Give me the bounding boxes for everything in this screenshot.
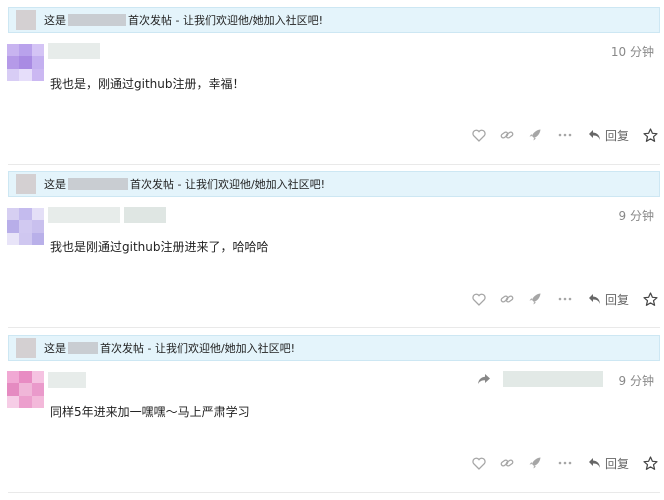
reply-to-indicator[interactable] xyxy=(477,371,603,387)
avatar-pixel xyxy=(7,220,20,233)
reply-icon xyxy=(588,130,600,140)
avatar-pixel xyxy=(31,68,44,81)
avatar-pixel xyxy=(31,208,44,221)
post-content: 我也是刚通过github注册进来了，哈哈哈 xyxy=(50,240,269,254)
heart-icon[interactable] xyxy=(472,293,486,306)
reply-button[interactable]: 回复 xyxy=(588,455,629,472)
first-post-banner: 这是 首次发帖 - 让我们欢迎他/她加入社区吧! xyxy=(8,335,660,361)
banner-avatar xyxy=(16,338,36,358)
avatar-pixel xyxy=(7,68,20,81)
avatar-pixel xyxy=(7,44,20,57)
post-actions: 回复 xyxy=(458,453,658,473)
avatar[interactable] xyxy=(7,44,44,81)
post-content: 我也是，刚通过github注册，幸福！ xyxy=(50,77,245,91)
post-time[interactable]: 9 分钟 xyxy=(619,372,654,389)
avatar-pixel xyxy=(31,56,44,69)
username[interactable] xyxy=(48,207,120,223)
post-divider xyxy=(8,492,660,493)
reply-button[interactable]: 回复 xyxy=(588,127,629,144)
avatar[interactable] xyxy=(7,208,44,245)
reply-icon xyxy=(588,458,600,468)
banner-username[interactable] xyxy=(68,342,98,354)
avatar-pixel xyxy=(7,395,20,408)
banner-prefix: 这是 xyxy=(44,178,66,191)
avatar-pixel xyxy=(19,220,32,233)
username[interactable] xyxy=(48,372,86,388)
share-arrow-icon xyxy=(478,374,490,384)
more-icon[interactable] xyxy=(558,133,572,137)
post-actions: 回复 xyxy=(458,289,658,309)
reply-label: 回复 xyxy=(604,128,629,143)
banner-prefix: 这是 xyxy=(44,14,66,27)
avatar-pixel xyxy=(7,232,20,245)
avatar-pixel xyxy=(19,232,32,245)
avatar-pixel xyxy=(19,208,32,221)
reply-icon xyxy=(588,294,600,304)
heart-icon[interactable] xyxy=(472,457,486,470)
reply-label: 回复 xyxy=(604,456,629,471)
avatar-pixel xyxy=(19,56,32,69)
avatar-pixel xyxy=(19,371,32,384)
post-time[interactable]: 10 分钟 xyxy=(611,43,654,60)
avatar-pixel xyxy=(19,44,32,57)
star-icon[interactable] xyxy=(643,291,658,307)
first-post-banner: 这是 首次发帖 - 让我们欢迎他/她加入社区吧! xyxy=(8,171,660,197)
banner-avatar xyxy=(16,174,36,194)
link-icon[interactable] xyxy=(500,292,514,306)
avatar-pixel xyxy=(19,395,32,408)
star-icon[interactable] xyxy=(643,127,658,143)
avatar-pixel xyxy=(7,383,20,396)
post-divider xyxy=(8,164,660,165)
post-actions: 回复 xyxy=(458,125,658,145)
link-icon[interactable] xyxy=(500,456,514,470)
post-content: 同样5年进来加一嘿嘿～马上严肃学习 xyxy=(50,405,250,419)
banner-message: 首次发帖 - 让我们欢迎他/她加入社区吧! xyxy=(100,342,296,355)
avatar-pixel xyxy=(7,208,20,221)
user-title xyxy=(124,207,166,223)
avatar-pixel xyxy=(31,232,44,245)
avatar-pixel xyxy=(7,56,20,69)
reply-button[interactable]: 回复 xyxy=(588,291,629,308)
avatar-pixel xyxy=(7,371,20,384)
avatar-pixel xyxy=(19,68,32,81)
star-icon[interactable] xyxy=(643,455,658,471)
post-divider xyxy=(8,327,660,328)
banner-username[interactable] xyxy=(68,14,126,26)
reply-to-user[interactable] xyxy=(503,371,603,387)
heart-icon[interactable] xyxy=(472,129,486,142)
reply-label: 回复 xyxy=(604,292,629,307)
banner-message: 首次发帖 - 让我们欢迎他/她加入社区吧! xyxy=(130,178,326,191)
banner-prefix: 这是 xyxy=(44,342,66,355)
rocket-icon[interactable] xyxy=(528,456,542,470)
rocket-icon[interactable] xyxy=(528,128,542,142)
post-time[interactable]: 9 分钟 xyxy=(619,207,654,224)
avatar-pixel xyxy=(19,383,32,396)
link-icon[interactable] xyxy=(500,128,514,142)
avatar-pixel xyxy=(31,220,44,233)
more-icon[interactable] xyxy=(558,461,572,465)
avatar[interactable] xyxy=(7,371,44,408)
more-icon[interactable] xyxy=(558,297,572,301)
banner-username[interactable] xyxy=(68,178,128,190)
banner-avatar xyxy=(16,10,36,30)
first-post-banner: 这是 首次发帖 - 让我们欢迎他/她加入社区吧! xyxy=(8,7,660,33)
username[interactable] xyxy=(48,43,100,59)
avatar-pixel xyxy=(31,371,44,384)
banner-message: 首次发帖 - 让我们欢迎他/她加入社区吧! xyxy=(128,14,324,27)
avatar-pixel xyxy=(31,383,44,396)
avatar-pixel xyxy=(31,395,44,408)
avatar-pixel xyxy=(31,44,44,57)
rocket-icon[interactable] xyxy=(528,292,542,306)
